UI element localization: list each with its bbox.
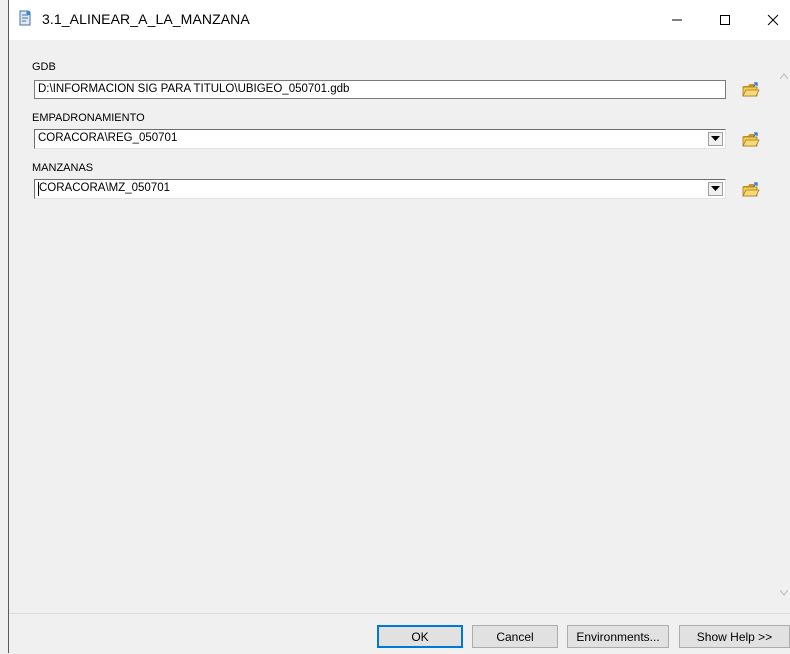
chevron-down-icon: [711, 136, 720, 141]
open-folder-icon: [742, 182, 760, 197]
manzanas-browse-button[interactable]: [740, 179, 762, 201]
empadronamiento-browse-button[interactable]: [740, 129, 762, 151]
gdb-browse-button[interactable]: [740, 79, 762, 101]
window-title: 3.1_ALINEAR_A_LA_MANZANA: [42, 11, 250, 27]
open-folder-icon: [742, 82, 760, 97]
empadronamiento-combobox[interactable]: CORACORA\REG_050701: [34, 129, 726, 149]
scroll-down-arrow-icon[interactable]: [779, 585, 789, 599]
empadronamiento-value: CORACORA\REG_050701: [38, 132, 178, 144]
dropdown-arrow-button[interactable]: [708, 132, 723, 146]
parameters-panel: GDB D:\INFORMACION SIG PARA TITULO\UBIGE…: [9, 40, 790, 613]
minimize-button[interactable]: [654, 0, 700, 40]
gdb-input[interactable]: D:\INFORMACION SIG PARA TITULO\UBIGEO_05…: [34, 80, 726, 99]
dialog-footer: OK Cancel Environments... Show Help >>: [9, 613, 790, 654]
empadronamiento-label: EMPADRONAMIENTO: [32, 112, 145, 124]
gdb-label: GDB: [32, 61, 56, 73]
dropdown-arrow-button[interactable]: [708, 182, 723, 196]
title-bar[interactable]: 3.1_ALINEAR_A_LA_MANZANA: [9, 0, 790, 40]
scroll-up-arrow-icon[interactable]: [779, 68, 789, 82]
ok-button[interactable]: OK: [377, 625, 463, 648]
script-tool-icon: [17, 10, 33, 26]
manzanas-value: CORACORA\MZ_050701: [39, 182, 171, 194]
chevron-down-icon: [711, 186, 720, 191]
open-folder-icon: [742, 132, 760, 147]
maximize-button[interactable]: [702, 0, 748, 40]
minimize-icon: [672, 19, 682, 21]
environments-button[interactable]: Environments...: [567, 625, 669, 648]
manzanas-combobox[interactable]: CORACORA\MZ_050701: [34, 179, 726, 199]
cancel-button[interactable]: Cancel: [472, 625, 558, 648]
close-icon: [767, 14, 779, 26]
show-help-button[interactable]: Show Help >>: [679, 625, 790, 648]
close-button[interactable]: [750, 0, 790, 40]
manzanas-label: MANZANAS: [32, 162, 94, 174]
maximize-icon: [720, 15, 730, 25]
